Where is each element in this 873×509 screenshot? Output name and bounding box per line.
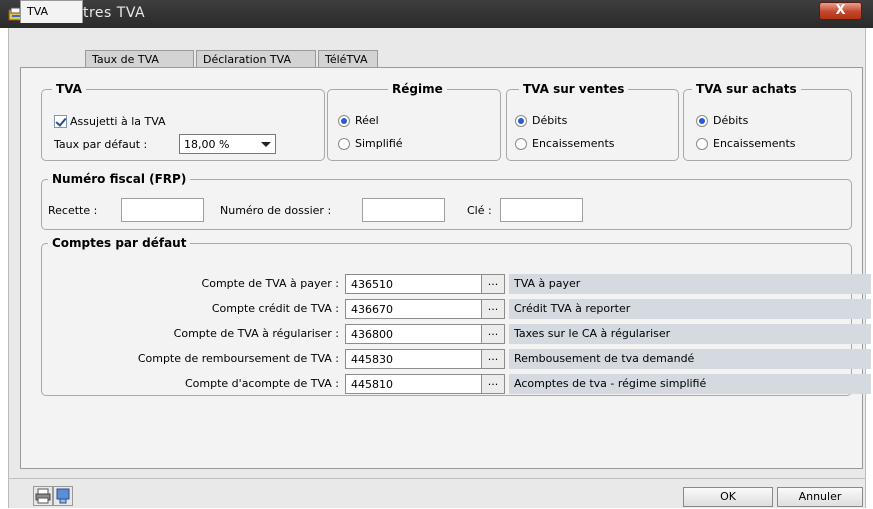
compte-row-label: Compte de TVA à régulariser : xyxy=(173,327,339,340)
help-icon xyxy=(56,488,70,504)
regime-simplifie-label: Simplifié xyxy=(355,137,403,150)
compte-remboursement-input[interactable]: 445830... xyxy=(345,349,505,369)
tab-panel-tva: TVA Assujetti à la TVA Taux par défaut :… xyxy=(20,67,871,469)
ventes-debits-label: Débits xyxy=(532,114,568,127)
ok-button[interactable]: OK xyxy=(683,487,773,507)
title-bar: Paramètres TVA X xyxy=(0,0,873,28)
fiscal-group-legend: Numéro fiscal (FRP) xyxy=(52,172,187,186)
cle-label: Clé : xyxy=(467,204,492,217)
tva-group: TVA Assujetti à la TVA Taux par défaut :… xyxy=(41,82,325,161)
browse-button[interactable]: ... xyxy=(481,300,504,318)
regime-group-legend: Régime xyxy=(392,82,443,96)
compte-row-label: Compte d'acompte de TVA : xyxy=(185,377,339,390)
taux-label: Taux par défaut : xyxy=(54,138,148,151)
achats-debits-radio[interactable] xyxy=(696,115,708,127)
recette-input[interactable] xyxy=(121,198,204,222)
tva-ventes-group: TVA sur ventes Débits Encaissements xyxy=(506,82,679,161)
ventes-encaissements-label: Encaissements xyxy=(532,137,615,150)
comptes-group: Comptes par défaut Compte de TVA à payer… xyxy=(41,236,871,396)
compte-row-label: Compte crédit de TVA : xyxy=(211,302,339,315)
tva-achats-group: TVA sur achats Débits Encaissements xyxy=(683,82,852,161)
compte-row-label: Compte de TVA à payer : xyxy=(201,277,339,290)
browse-button[interactable]: ... xyxy=(481,325,504,343)
comptes-group-legend: Comptes par défaut xyxy=(52,236,187,250)
browse-button[interactable]: ... xyxy=(481,275,504,293)
cancel-button[interactable]: Annuler xyxy=(777,487,863,507)
compte-description: TVA à payer xyxy=(509,274,871,294)
achats-encaissements-label: Encaissements xyxy=(713,137,796,150)
printer-icon xyxy=(35,488,51,504)
tab-teletva[interactable]: TéléTVA xyxy=(318,50,378,68)
compte-description: Rembousement de tva demandé xyxy=(509,349,871,369)
compte-row-label: Compte de remboursement de TVA : xyxy=(137,352,339,365)
regime-simplifie-radio[interactable] xyxy=(338,138,350,150)
taux-select[interactable]: 18,00 % xyxy=(179,134,276,154)
compte-tva-payer-input[interactable]: 436510... xyxy=(345,274,505,294)
taux-value: 18,00 % xyxy=(184,138,230,151)
close-button[interactable]: X xyxy=(819,2,862,20)
tab-taux-de-tva[interactable]: Taux de TVA xyxy=(85,50,194,68)
ventes-debits-radio[interactable] xyxy=(515,115,527,127)
ventes-encaissements-radio[interactable] xyxy=(515,138,527,150)
tva-achats-legend: TVA sur achats xyxy=(696,82,797,96)
help-button[interactable] xyxy=(53,486,73,506)
compte-description: Taxes sur le CA à régulariser xyxy=(509,324,871,344)
achats-encaissements-radio[interactable] xyxy=(696,138,708,150)
compte-description: Acomptes de tva - régime simplifié xyxy=(509,374,871,394)
assujetti-label: Assujetti à la TVA xyxy=(70,115,166,128)
tva-group-legend: TVA xyxy=(56,82,82,96)
regime-reel-label: Réel xyxy=(355,114,379,127)
recette-label: Recette : xyxy=(48,204,98,217)
dossier-label: Numéro de dossier : xyxy=(220,204,332,217)
regime-reel-radio[interactable] xyxy=(338,115,350,127)
chevron-down-icon xyxy=(261,142,271,147)
compte-acompte-input[interactable]: 445810... xyxy=(345,374,505,394)
achats-debits-label: Débits xyxy=(713,114,749,127)
compte-credit-tva-input[interactable]: 436670... xyxy=(345,299,505,319)
assujetti-checkbox[interactable] xyxy=(54,115,67,128)
dossier-input[interactable] xyxy=(362,198,445,222)
tva-ventes-legend: TVA sur ventes xyxy=(523,82,625,96)
cle-input[interactable] xyxy=(500,198,583,222)
tab-tva[interactable]: TVA xyxy=(20,0,83,23)
browse-button[interactable]: ... xyxy=(481,375,504,393)
fiscal-group: Numéro fiscal (FRP) Recette : Numéro de … xyxy=(41,172,852,230)
regime-group: Régime Réel Simplifié xyxy=(327,82,501,161)
tab-declaration-tva[interactable]: Déclaration TVA xyxy=(196,50,316,68)
print-button[interactable] xyxy=(33,486,53,506)
browse-button[interactable]: ... xyxy=(481,350,504,368)
close-icon: X xyxy=(835,3,846,18)
compte-tva-regulariser-input[interactable]: 436800... xyxy=(345,324,505,344)
compte-description: Crédit TVA à reporter xyxy=(509,299,871,319)
